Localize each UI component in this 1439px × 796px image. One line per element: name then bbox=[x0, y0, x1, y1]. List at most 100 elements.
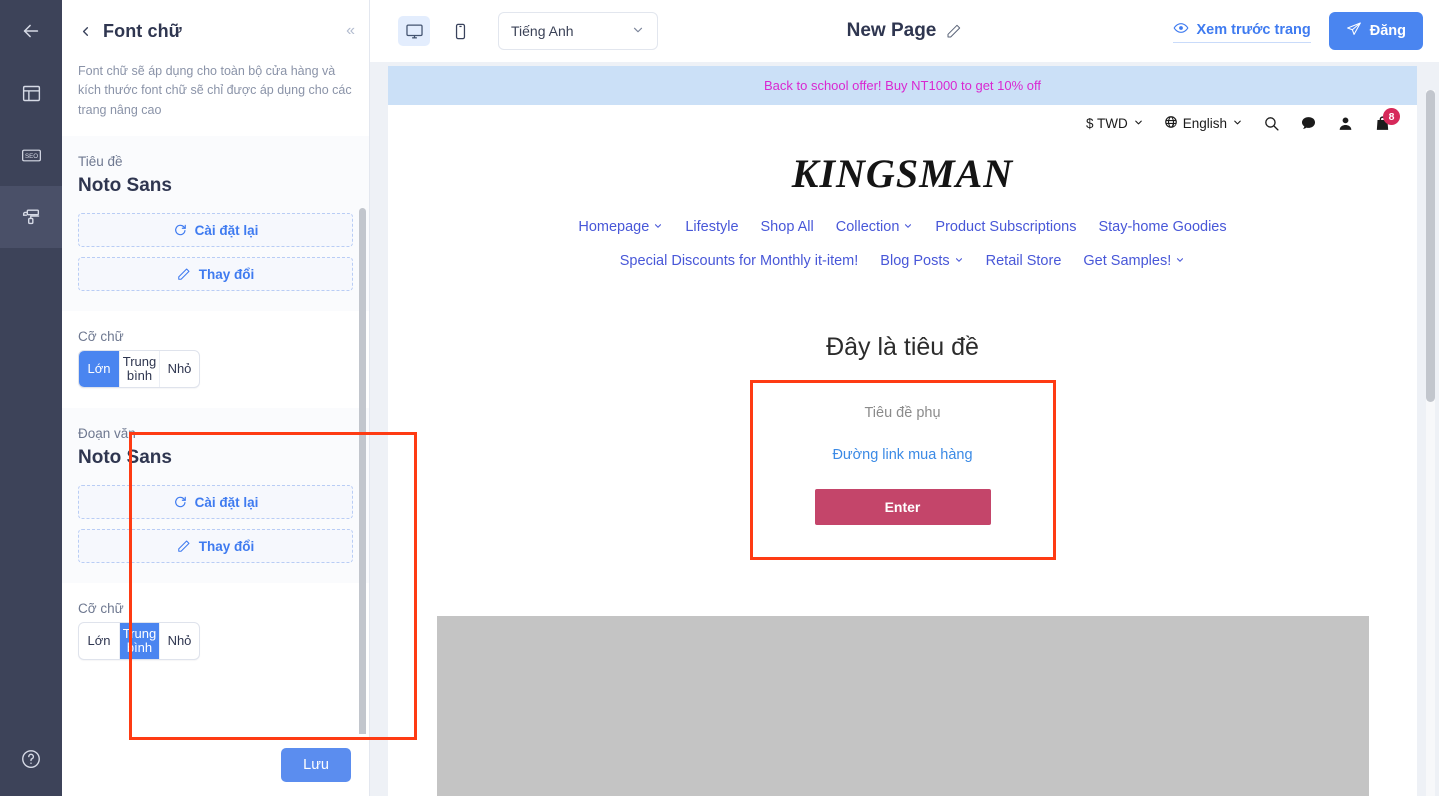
cart-icon[interactable]: 8 bbox=[1374, 108, 1400, 132]
heading-size-option-medium[interactable]: Trung bình bbox=[119, 351, 159, 388]
currency-label: $ TWD bbox=[1085, 116, 1128, 131]
nav-item[interactable]: Stay-home Goodies bbox=[1098, 219, 1226, 235]
editor-app: SEO Font chữ « Font chữ sẽ áp dụng cho t… bbox=[0, 0, 1439, 796]
heading-reset-button[interactable]: Cài đặt lại bbox=[78, 213, 353, 248]
pencil-icon bbox=[177, 539, 191, 553]
nav-item[interactable]: Special Discounts for Monthly it-item! bbox=[620, 253, 859, 269]
hero-enter-button[interactable]: Enter bbox=[814, 489, 991, 525]
panel-scrollbar-track[interactable] bbox=[359, 208, 366, 734]
toolbar-actions: Xem trước trang Đăng bbox=[1173, 12, 1423, 50]
back-arrow-icon[interactable] bbox=[0, 0, 62, 62]
nav-item-label: Shop All bbox=[760, 219, 814, 235]
rail-bottom bbox=[0, 728, 62, 790]
site-utility-bar: $ TWD English 8 bbox=[388, 105, 1417, 138]
paragraph-size-section: Cỡ chữ Lớn Trung bình Nhỏ bbox=[62, 583, 369, 681]
account-icon[interactable] bbox=[1337, 115, 1354, 132]
nav-item[interactable]: Product Subscriptions bbox=[935, 219, 1076, 235]
nav-item-label: Lifestyle bbox=[685, 219, 739, 235]
heading-reset-label: Cài đặt lại bbox=[194, 222, 259, 238]
site-preview: Back to school offer! Buy NT1000 to get … bbox=[388, 66, 1417, 796]
globe-icon bbox=[1164, 115, 1178, 132]
paragraph-size-option-large[interactable]: Lớn bbox=[79, 623, 119, 659]
refresh-icon bbox=[173, 223, 187, 237]
panel-back-icon[interactable] bbox=[78, 24, 93, 39]
heading-size-option-large[interactable]: Lớn bbox=[79, 351, 119, 388]
nav-item[interactable]: Lifestyle bbox=[685, 219, 738, 235]
paper-plane-icon bbox=[1346, 21, 1362, 41]
language-selector[interactable]: English bbox=[1164, 115, 1243, 132]
preview-page-link[interactable]: Xem trước trang bbox=[1173, 20, 1311, 43]
site-nav-row-1: Homepage Lifestyle Shop All Collection P… bbox=[388, 215, 1417, 239]
eye-icon bbox=[1173, 20, 1189, 40]
site-logo: KINGSMAN bbox=[791, 151, 1014, 196]
chat-icon[interactable] bbox=[1300, 115, 1317, 132]
heading-font-name: Noto Sans bbox=[78, 175, 172, 197]
nav-item[interactable]: Retail Store bbox=[986, 253, 1062, 269]
nav-item-label: Stay-home Goodies bbox=[1098, 219, 1227, 235]
nav-item-label: Homepage bbox=[578, 219, 650, 235]
nav-item[interactable]: Collection bbox=[836, 219, 914, 235]
heading-size-option-small[interactable]: Nhỏ bbox=[159, 351, 199, 388]
seo-icon[interactable]: SEO bbox=[0, 124, 62, 186]
panel-description: Font chữ sẽ áp dụng cho toàn bộ cửa hàng… bbox=[78, 64, 352, 117]
paragraph-size-option-small[interactable]: Nhỏ bbox=[159, 623, 199, 660]
chevron-down-icon bbox=[954, 253, 964, 269]
paragraph-font-name: Noto Sans bbox=[78, 447, 172, 469]
panel-footer: Lưu bbox=[62, 734, 369, 796]
nav-item[interactable]: Blog Posts bbox=[880, 253, 963, 269]
site-language-label: English bbox=[1182, 116, 1227, 131]
refresh-icon bbox=[173, 495, 187, 509]
panel-title: Font chữ bbox=[103, 20, 182, 41]
heading-size-label: Cỡ chữ bbox=[78, 329, 124, 345]
paragraph-change-label: Thay đổi bbox=[198, 538, 255, 554]
heading-size-segmented-control[interactable]: Lớn Trung bình Nhỏ bbox=[78, 350, 200, 389]
desktop-view-icon[interactable] bbox=[398, 16, 430, 46]
panel-scroll-area: Tiêu đề Noto Sans Cài đặt lại Thay đổi C… bbox=[62, 136, 369, 734]
nav-item-label: Product Subscriptions bbox=[935, 219, 1077, 235]
language-select[interactable]: Tiếng Anh bbox=[498, 12, 658, 50]
icon-rail: SEO bbox=[0, 0, 62, 796]
heading-change-button[interactable]: Thay đổi bbox=[78, 257, 353, 292]
nav-item[interactable]: Get Samples! bbox=[1083, 253, 1185, 269]
paragraph-change-button[interactable]: Thay đổi bbox=[78, 529, 353, 564]
paragraph-reset-label: Cài đặt lại bbox=[194, 494, 259, 510]
chevron-double-left-icon[interactable]: « bbox=[346, 23, 355, 39]
nav-item[interactable]: Shop All bbox=[761, 219, 814, 235]
paragraph-reset-button[interactable]: Cài đặt lại bbox=[78, 485, 353, 520]
panel-scrollbar-thumb[interactable] bbox=[359, 208, 366, 734]
paragraph-size-option-medium[interactable]: Trung bình bbox=[119, 623, 159, 660]
pencil-icon bbox=[177, 267, 191, 281]
cart-count-badge: 8 bbox=[1383, 108, 1400, 125]
language-select-value: Tiếng Anh bbox=[511, 23, 574, 39]
chevron-down-icon bbox=[653, 219, 663, 235]
canvas-scrollbar-thumb[interactable] bbox=[1426, 90, 1435, 402]
chevron-down-icon bbox=[1232, 116, 1243, 131]
font-settings-panel: Font chữ « Font chữ sẽ áp dụng cho toàn … bbox=[62, 0, 417, 796]
hero-shop-link[interactable]: Đường link mua hàng bbox=[753, 447, 1053, 463]
paint-roller-icon[interactable] bbox=[0, 186, 62, 248]
heading-size-section: Cỡ chữ Lớn Trung bình Nhỏ bbox=[62, 311, 369, 409]
page-title: New Page bbox=[846, 20, 937, 41]
search-icon[interactable] bbox=[1263, 115, 1280, 132]
nav-item-label: Blog Posts bbox=[880, 253, 950, 269]
hero-block-selected[interactable]: Tiêu đề phụ Đường link mua hàng Enter bbox=[749, 380, 1056, 560]
nav-item-label: Special Discounts for Monthly it-item! bbox=[619, 253, 859, 269]
help-icon[interactable] bbox=[0, 728, 62, 790]
chevron-down-icon bbox=[903, 219, 913, 235]
currency-selector[interactable]: $ TWD bbox=[1086, 116, 1144, 131]
publish-label: Đăng bbox=[1369, 23, 1406, 39]
paragraph-size-segmented-control[interactable]: Lớn Trung bình Nhỏ bbox=[78, 622, 200, 661]
chevron-down-icon bbox=[631, 23, 645, 40]
nav-item-label: Collection bbox=[835, 219, 900, 235]
nav-item[interactable]: Homepage bbox=[578, 219, 663, 235]
save-button[interactable]: Lưu bbox=[281, 748, 351, 782]
heading-font-section: Tiêu đề Noto Sans Cài đặt lại Thay đổi bbox=[62, 136, 369, 312]
paragraph-font-section: Đoạn văn Noto Sans Cài đặt lại Thay đổi bbox=[62, 408, 369, 584]
layout-icon[interactable] bbox=[0, 62, 62, 124]
paragraph-size-label: Cỡ chữ bbox=[78, 601, 124, 617]
edit-title-pencil-icon[interactable] bbox=[946, 23, 962, 39]
mobile-view-icon[interactable] bbox=[444, 16, 476, 46]
chevron-down-icon bbox=[1133, 116, 1144, 131]
publish-button[interactable]: Đăng bbox=[1328, 12, 1423, 50]
image-placeholder bbox=[436, 616, 1369, 796]
